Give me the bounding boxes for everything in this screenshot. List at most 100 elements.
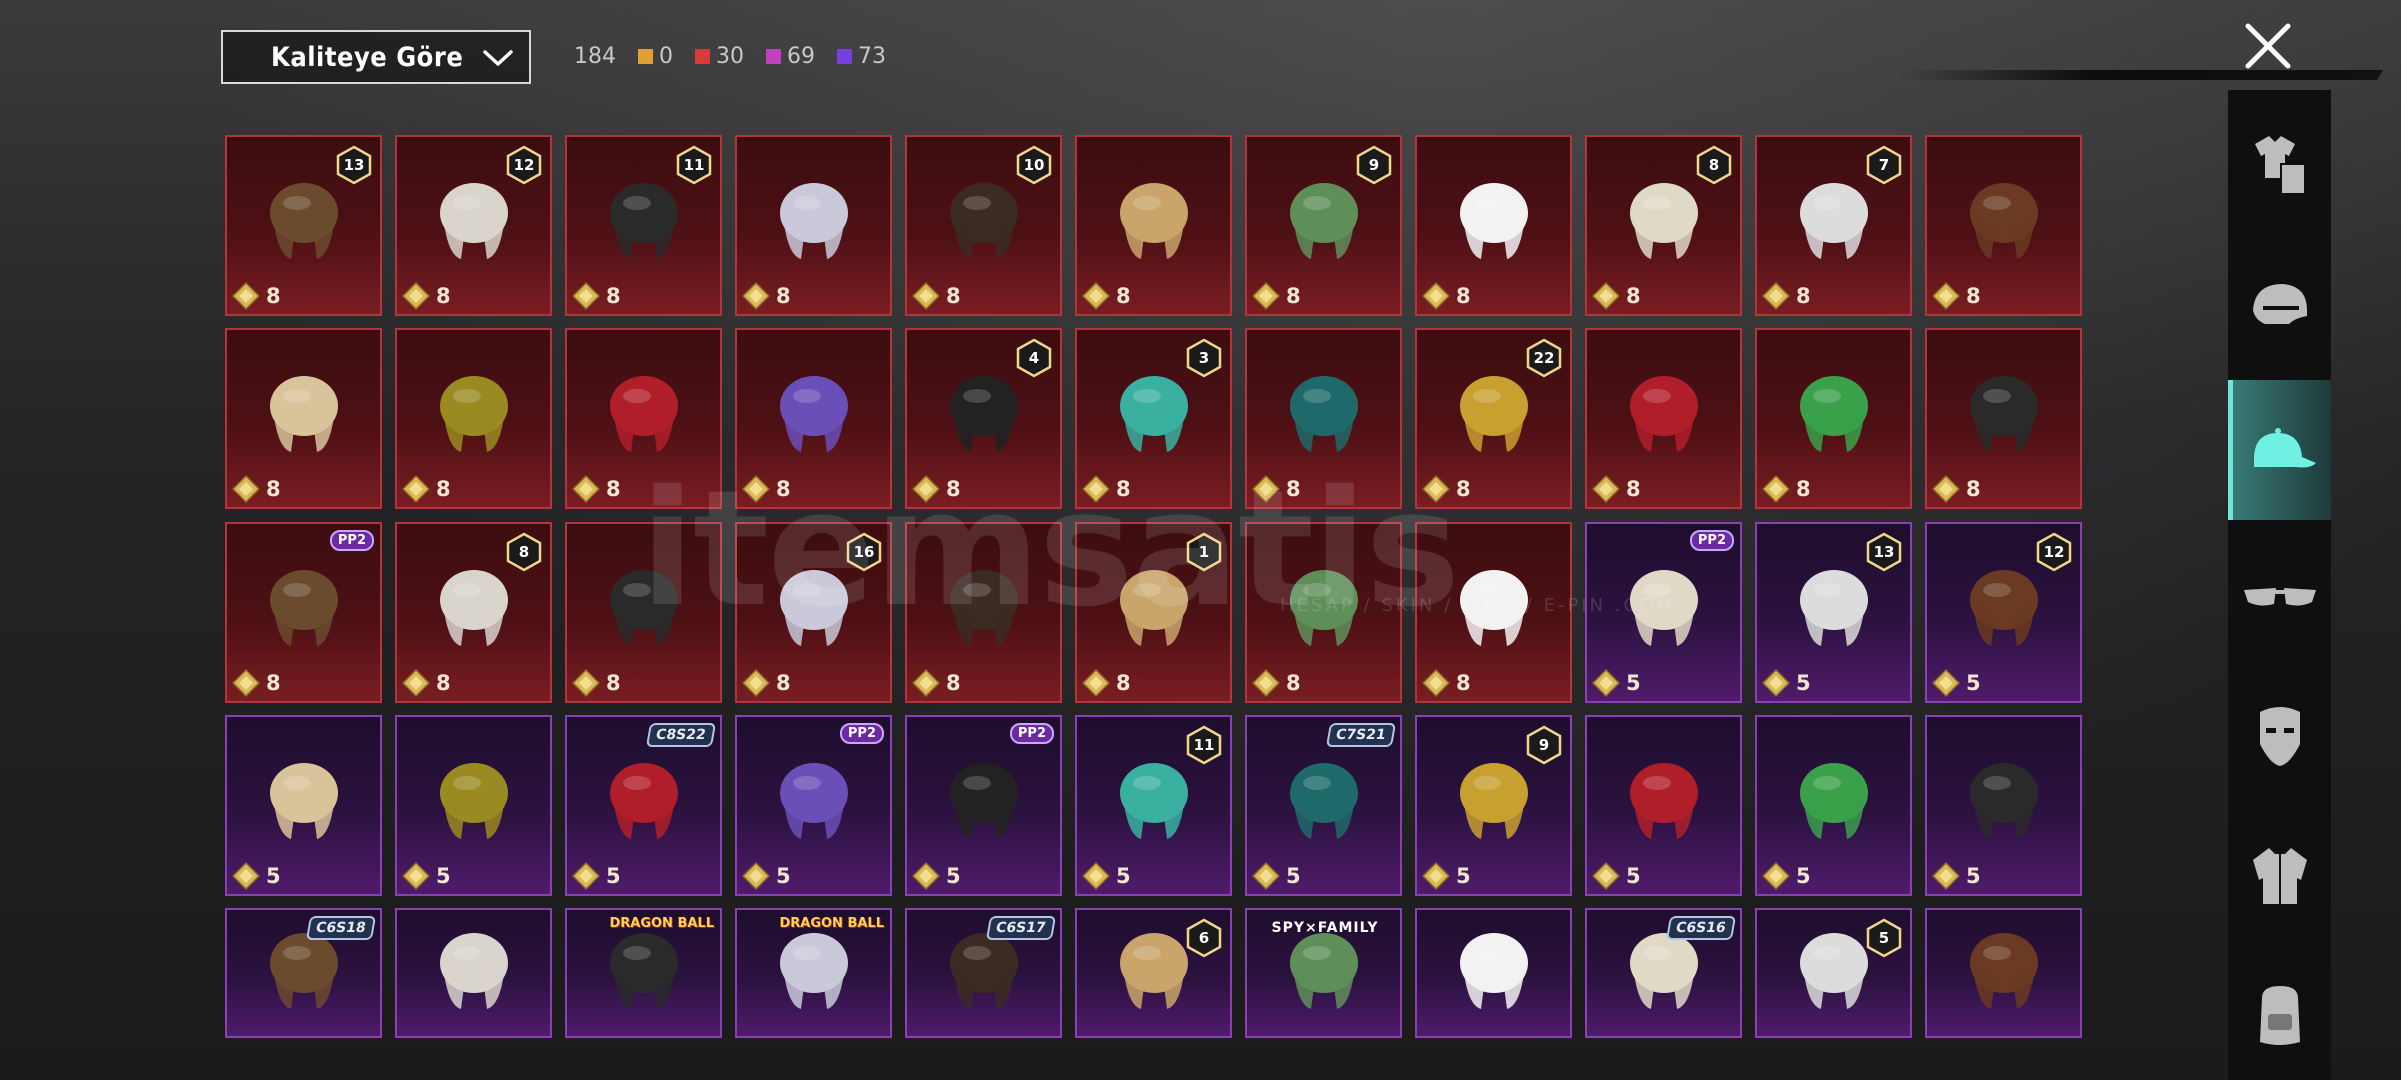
item-card[interactable] bbox=[1925, 908, 2082, 1038]
item-card[interactable]: 98 bbox=[1245, 135, 1402, 316]
item-card[interactable]: 8 bbox=[1075, 135, 1232, 316]
purple-pigtails-icon bbox=[779, 376, 848, 453]
svg-text:11: 11 bbox=[684, 156, 705, 174]
item-card[interactable]: C6S17 bbox=[905, 908, 1062, 1038]
item-card[interactable]: 13 5 bbox=[1755, 522, 1912, 703]
item-price: 8 bbox=[1932, 475, 1981, 503]
blue-ponytail-icon bbox=[439, 763, 508, 840]
item-price: 5 bbox=[1932, 669, 1981, 697]
item-card[interactable]: 95 bbox=[1415, 715, 1572, 896]
svg-text:7: 7 bbox=[1879, 156, 1889, 174]
pass-tag: PP2 bbox=[329, 530, 374, 551]
sidebar-item-cap[interactable] bbox=[2228, 380, 2331, 520]
item-card[interactable]: C7S21 5 bbox=[1245, 715, 1402, 896]
item-card[interactable]: 78 bbox=[1755, 135, 1912, 316]
item-price-value: 5 bbox=[436, 864, 451, 888]
sidebar-item-outfit[interactable] bbox=[2228, 110, 2331, 220]
watermark-subtitle: HESAP / SKIN / ITEM / E-PIN .COM bbox=[1280, 595, 1675, 616]
item-card[interactable]: PP2 5 bbox=[905, 715, 1062, 896]
diamond-currency-icon bbox=[912, 669, 940, 697]
item-card[interactable]: 5 bbox=[1585, 715, 1742, 896]
item-card[interactable]: 5 bbox=[225, 715, 382, 896]
level-badge: 8 bbox=[1696, 145, 1732, 185]
item-card[interactable]: 8 bbox=[1585, 328, 1742, 509]
item-price: 5 bbox=[912, 862, 961, 890]
pass-tag: PP2 bbox=[839, 723, 884, 744]
jacket-icon bbox=[2252, 848, 2307, 904]
item-price: 5 bbox=[1762, 862, 1811, 890]
diamond-currency-icon bbox=[402, 282, 430, 310]
brand-logo: DRAGON BALL bbox=[779, 916, 884, 931]
sidebar-item-mask[interactable] bbox=[2228, 680, 2331, 790]
item-card[interactable]: 5 bbox=[1755, 908, 1912, 1038]
item-card[interactable]: 11 5 bbox=[1075, 715, 1232, 896]
item-card[interactable]: DRAGON BALL bbox=[565, 908, 722, 1038]
item-card[interactable]: 5 bbox=[1925, 715, 2082, 896]
level-badge: 4 bbox=[1016, 338, 1052, 378]
sidebar-item-backpack[interactable] bbox=[2228, 960, 2331, 1070]
diamond-currency-icon bbox=[1592, 475, 1620, 503]
item-card[interactable]: 8 bbox=[225, 328, 382, 509]
item-card[interactable]: 10 8 bbox=[905, 135, 1062, 316]
item-card[interactable]: 88 bbox=[395, 522, 552, 703]
item-card[interactable]: 13 8 bbox=[225, 135, 382, 316]
item-card[interactable]: 8 bbox=[1755, 328, 1912, 509]
item-card[interactable]: 8 bbox=[395, 328, 552, 509]
diamond-currency-icon bbox=[742, 669, 770, 697]
item-price-value: 8 bbox=[606, 284, 621, 308]
svg-text:11: 11 bbox=[1194, 736, 1215, 754]
item-card[interactable]: 6 bbox=[1075, 908, 1232, 1038]
item-card[interactable]: 11 8 bbox=[565, 135, 722, 316]
sidebar-item-jacket[interactable] bbox=[2228, 820, 2331, 930]
item-price-value: 8 bbox=[606, 671, 621, 695]
item-card[interactable]: 8 bbox=[735, 135, 892, 316]
item-price: 8 bbox=[1082, 282, 1131, 310]
item-price-value: 5 bbox=[776, 864, 791, 888]
diamond-currency-icon bbox=[1762, 862, 1790, 890]
diamond-currency-icon bbox=[1762, 282, 1790, 310]
level-badge: 6 bbox=[1186, 918, 1222, 958]
item-card[interactable]: C8S22 5 bbox=[565, 715, 722, 896]
svg-text:12: 12 bbox=[2044, 543, 2065, 561]
item-card[interactable]: 12 5 bbox=[1925, 522, 2082, 703]
item-card[interactable]: C6S16 bbox=[1585, 908, 1742, 1038]
diamond-currency-icon bbox=[1422, 282, 1450, 310]
close-icon[interactable] bbox=[2240, 18, 2296, 74]
item-card[interactable]: SPY×FAMILY bbox=[1245, 908, 1402, 1038]
item-card[interactable]: 8 bbox=[1925, 135, 2082, 316]
svg-text:12: 12 bbox=[514, 156, 535, 174]
sidebar-item-helmet[interactable] bbox=[2228, 250, 2331, 360]
pink-hair-icon bbox=[269, 763, 338, 840]
svg-text:10: 10 bbox=[1024, 156, 1045, 174]
item-price-value: 8 bbox=[776, 284, 791, 308]
diamond-currency-icon bbox=[232, 669, 260, 697]
item-card[interactable]: 12 8 bbox=[395, 135, 552, 316]
red-helmet-icon bbox=[609, 376, 678, 453]
diamond-currency-icon bbox=[1252, 669, 1280, 697]
svg-text:5: 5 bbox=[1879, 929, 1889, 947]
level-badge: 9 bbox=[1526, 725, 1562, 765]
item-price: 5 bbox=[232, 862, 281, 890]
item-card[interactable]: PP2 5 bbox=[735, 715, 892, 896]
item-price: 8 bbox=[232, 282, 281, 310]
item-price-value: 5 bbox=[1796, 864, 1811, 888]
ghost-hair-icon bbox=[779, 183, 848, 260]
item-card[interactable]: 5 bbox=[395, 715, 552, 896]
item-card[interactable] bbox=[395, 908, 552, 1038]
item-price-value: 8 bbox=[266, 477, 281, 501]
item-price: 8 bbox=[572, 669, 621, 697]
item-card[interactable]: 88 bbox=[1585, 135, 1742, 316]
sort-dropdown[interactable]: Kaliteye Göre bbox=[221, 30, 531, 84]
item-price-value: 5 bbox=[1966, 671, 1981, 695]
item-card[interactable]: 8 bbox=[1415, 135, 1572, 316]
item-card[interactable]: 8 bbox=[1925, 328, 2082, 509]
item-card[interactable]: PP2 8 bbox=[225, 522, 382, 703]
item-card[interactable] bbox=[1415, 908, 1572, 1038]
item-price: 8 bbox=[572, 282, 621, 310]
item-card[interactable]: 5 bbox=[1755, 715, 1912, 896]
diamond-currency-icon bbox=[232, 475, 260, 503]
item-price-value: 8 bbox=[1796, 284, 1811, 308]
sidebar-item-glasses[interactable] bbox=[2228, 540, 2331, 650]
item-card[interactable]: DRAGON BALL bbox=[735, 908, 892, 1038]
item-card[interactable]: C6S18 bbox=[225, 908, 382, 1038]
